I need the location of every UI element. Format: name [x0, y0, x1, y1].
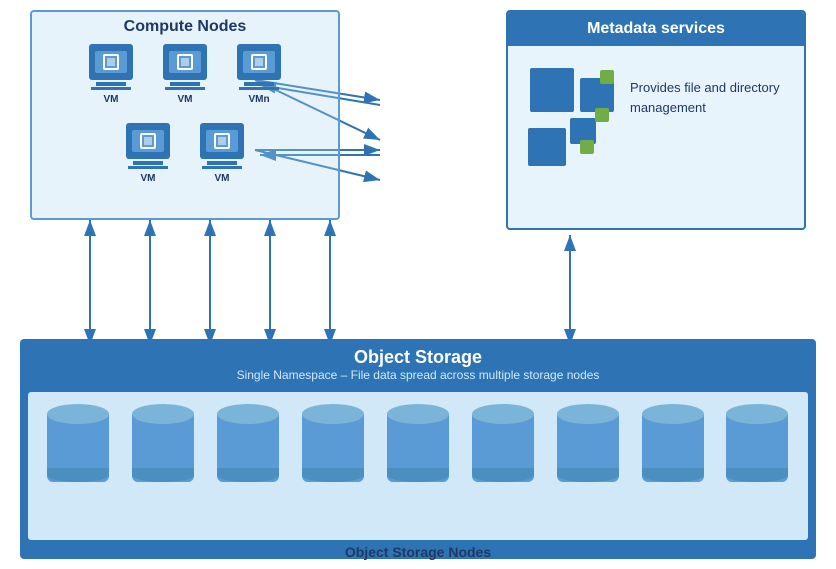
vm-icon-4: [200, 123, 244, 159]
vm-box-icon-4: [214, 133, 230, 149]
cylinder-top-7: [557, 404, 619, 424]
vm-label-3: VM: [141, 173, 156, 184]
vm-screen-2: [169, 51, 201, 73]
cylinder-top-2: [132, 404, 194, 424]
vm-box-icon-1: [103, 54, 119, 70]
storage-node-8: [642, 404, 704, 484]
vm-label-2: VM: [178, 94, 193, 105]
metadata-services-title: Metadata services: [508, 12, 804, 46]
object-storage-header: Object Storage Single Namespace – File d…: [20, 339, 816, 384]
compute-nodes-title: Compute Nodes: [32, 12, 338, 40]
metadata-content: Provides file and directory management: [508, 46, 804, 200]
cylinder-bottom-8: [642, 468, 704, 482]
storage-node-4: [302, 404, 364, 484]
cylinder-bottom-2: [132, 468, 194, 482]
cylinder-8: [642, 404, 704, 484]
vm-grid: VM VM VMn: [32, 40, 338, 188]
vm-item-n: VMn: [237, 44, 281, 105]
vm-screen-3: [132, 130, 164, 152]
vm-item-4: VM: [200, 123, 244, 184]
storage-node-3: [217, 404, 279, 484]
cylinder-9: [726, 404, 788, 484]
cylinder-body-5: [387, 414, 449, 482]
object-storage-section: Object Storage Single Namespace – File d…: [20, 339, 816, 559]
vm-screen-n: [243, 51, 275, 73]
cylinder-top-8: [642, 404, 704, 424]
diagram-container: Compute Nodes VM: [0, 0, 836, 569]
vm-icon-1: [89, 44, 133, 80]
vm-icon-2: [163, 44, 207, 80]
cylinder-body-7: [557, 414, 619, 482]
storage-node-5: [387, 404, 449, 484]
vm-label-4: VM: [215, 173, 230, 184]
sq-1: [530, 68, 574, 112]
vm-screen-4: [206, 130, 238, 152]
sq-4: [528, 128, 566, 166]
sq-green-2: [595, 108, 609, 122]
cylinder-body-1: [47, 414, 109, 482]
storage-node-2: [132, 404, 194, 484]
cylinder-body-9: [726, 414, 788, 482]
vm-item-2: VM: [163, 44, 207, 105]
cylinder-top-3: [217, 404, 279, 424]
cylinder-bottom-4: [302, 468, 364, 482]
cylinder-top-4: [302, 404, 364, 424]
vm-box-icon-2: [177, 54, 193, 70]
cylinder-bottom-6: [472, 468, 534, 482]
cylinder-1: [47, 404, 109, 484]
cylinder-3: [217, 404, 279, 484]
storage-node-1: [47, 404, 109, 484]
cylinder-2: [132, 404, 194, 484]
vm-screen-1: [95, 51, 127, 73]
metadata-description: Provides file and directory management: [630, 58, 792, 117]
cylinder-body-3: [217, 414, 279, 482]
cylinder-top-9: [726, 404, 788, 424]
cylinder-body-4: [302, 414, 364, 482]
vm-row-top: VM VM VMn: [89, 44, 281, 105]
object-storage-title: Object Storage: [20, 347, 816, 368]
cylinder-4: [302, 404, 364, 484]
vm-row-bottom: VM VM: [126, 123, 244, 184]
storage-node-9: [726, 404, 788, 484]
cylinder-bottom-3: [217, 468, 279, 482]
sq-green-1: [600, 70, 614, 84]
cylinder-5: [387, 404, 449, 484]
cylinder-top-5: [387, 404, 449, 424]
object-storage-subtitle: Single Namespace – File data spread acro…: [20, 368, 816, 382]
cylinder-bottom-7: [557, 468, 619, 482]
storage-node-6: [472, 404, 534, 484]
vm-icon-n: [237, 44, 281, 80]
cylinder-bottom-9: [726, 468, 788, 482]
cylinder-top-6: [472, 404, 534, 424]
compute-nodes-box: Compute Nodes VM: [30, 10, 340, 220]
vm-box-icon-n: [251, 54, 267, 70]
vm-box-icon-3: [140, 133, 156, 149]
metadata-services-box: Metadata services Provides file and dire…: [506, 10, 806, 230]
storage-nodes-label: Object Storage Nodes: [20, 540, 816, 564]
storage-nodes-container: [28, 392, 808, 540]
cylinder-bottom-1: [47, 468, 109, 482]
vm-item-1: VM: [89, 44, 133, 105]
cylinder-6: [472, 404, 534, 484]
cylinder-bottom-5: [387, 468, 449, 482]
cylinder-body-8: [642, 414, 704, 482]
cylinder-7: [557, 404, 619, 484]
cylinder-body-2: [132, 414, 194, 482]
cylinder-body-6: [472, 414, 534, 482]
vm-icon-3: [126, 123, 170, 159]
vm-item-3: VM: [126, 123, 170, 184]
vm-label-1: VM: [104, 94, 119, 105]
sq-green-3: [580, 140, 594, 154]
storage-node-7: [557, 404, 619, 484]
cylinder-top-1: [47, 404, 109, 424]
metadata-squares-visual: [520, 58, 620, 188]
vm-label-n: VMn: [248, 94, 269, 105]
